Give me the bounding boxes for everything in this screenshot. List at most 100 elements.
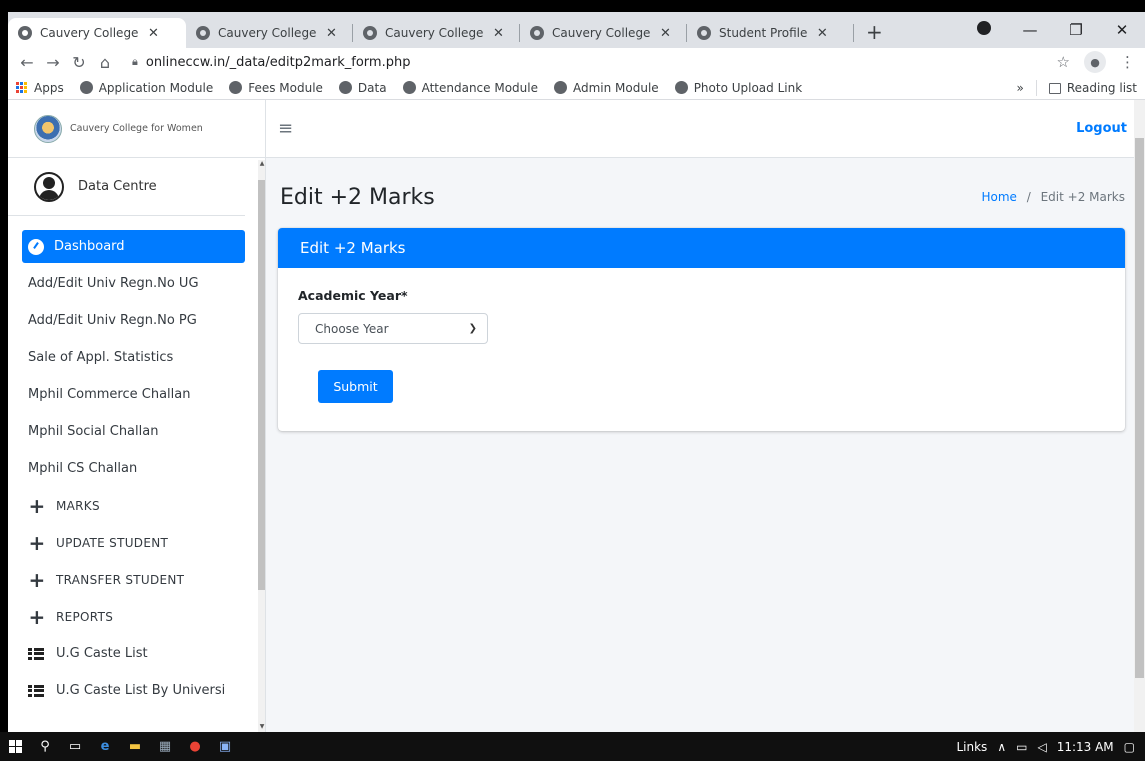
bookmark-photo-upload-link[interactable]: Photo Upload Link — [674, 81, 802, 95]
user-name: Data Centre — [78, 179, 157, 194]
clock[interactable]: 11:13 AM — [1057, 740, 1114, 754]
sidebar-scroll-thumb[interactable] — [258, 180, 265, 590]
page-scrollbar[interactable] — [1134, 100, 1145, 732]
close-icon[interactable]: ✕ — [146, 26, 160, 41]
sidebar-nav: Dashboard Add/Edit Univ Regn.No UG Add/E… — [8, 216, 265, 707]
sidebar-item-ug-caste-list-university[interactable]: U.G Caste List By Universi — [22, 674, 245, 707]
tab-title: Cauvery College — [218, 26, 317, 40]
page-scroll-thumb[interactable] — [1135, 138, 1144, 678]
globe-icon — [79, 81, 93, 94]
close-icon[interactable]: ✕ — [491, 26, 505, 41]
sidebar-item-reports[interactable]: + REPORTS — [22, 600, 245, 633]
sidebar-item-label: MARKS — [56, 498, 100, 513]
windows-logo-icon — [8, 740, 22, 753]
chrome-icon[interactable]: ● — [180, 732, 210, 761]
file-explorer-icon[interactable]: ▬ — [120, 732, 150, 761]
sidebar-item-mphil-social[interactable]: Mphil Social Challan — [22, 415, 245, 448]
close-icon[interactable]: ✕ — [815, 26, 829, 41]
bookmark-apps[interactable]: Apps — [16, 81, 64, 95]
bookmark-fees-module[interactable]: Fees Module — [229, 81, 323, 95]
breadcrumb-home-link[interactable]: Home — [981, 190, 1016, 204]
sidebar-item-mphil-commerce[interactable]: Mphil Commerce Challan — [22, 378, 245, 411]
browser-tab[interactable]: Student Profile ✕ — [687, 18, 853, 48]
top-navbar: ≡ Logout — [266, 100, 1145, 158]
globe-icon — [363, 26, 377, 40]
academic-year-select[interactable]: Choose Year ❯ — [298, 313, 488, 344]
reload-icon[interactable]: ↻ — [66, 53, 92, 72]
start-button[interactable] — [0, 732, 30, 761]
more-bookmarks-button[interactable]: » — [1017, 81, 1024, 95]
sidebar-item-univ-regn-pg[interactable]: Add/Edit Univ Regn.No PG — [22, 304, 245, 337]
globe-icon — [697, 26, 711, 40]
reading-list-button[interactable]: Reading list — [1048, 81, 1137, 95]
browser-tab[interactable]: Cauvery College ✕ — [520, 18, 686, 48]
globe-icon — [402, 81, 416, 94]
new-tab-button[interactable]: + — [854, 20, 895, 44]
plus-icon: + — [28, 530, 46, 555]
lock-icon[interactable]: 🔒︎ — [132, 55, 138, 69]
sidebar-item-update-student[interactable]: + UPDATE STUDENT — [22, 526, 245, 559]
scroll-up-icon[interactable]: ▲ — [258, 160, 265, 167]
close-icon[interactable]: ✕ — [324, 26, 338, 41]
tab-strip: Cauvery College ✕ Cauvery College ✕ Cauv… — [8, 12, 1145, 48]
menu-kebab-icon[interactable]: ⋮ — [1120, 53, 1135, 71]
submit-button[interactable]: Submit — [318, 370, 393, 403]
logout-link[interactable]: Logout — [1076, 121, 1127, 136]
divider — [1035, 80, 1037, 96]
links-toolbar[interactable]: Links — [956, 740, 987, 754]
task-view-icon[interactable]: ▭ — [60, 732, 90, 761]
volume-muted-icon[interactable]: ◁ — [1037, 740, 1046, 754]
chevron-up-icon[interactable]: ∧ — [997, 740, 1006, 754]
sidebar-item-dashboard[interactable]: Dashboard — [22, 230, 245, 263]
browser-tab[interactable]: Cauvery College ✕ — [186, 18, 352, 48]
back-icon[interactable]: ← — [14, 53, 40, 72]
sidebar-item-univ-regn-ug[interactable]: Add/Edit Univ Regn.No UG — [22, 267, 245, 300]
bookmark-star-icon[interactable]: ☆ — [1057, 53, 1070, 71]
bookmark-attendance-module[interactable]: Attendance Module — [402, 81, 538, 95]
bookmark-data[interactable]: Data — [338, 80, 387, 95]
brand-link[interactable]: Cauvery College for Women — [8, 100, 265, 158]
hamburger-menu-icon[interactable]: ≡ — [278, 118, 293, 139]
sidebar-item-label: Mphil CS Challan — [28, 461, 138, 476]
system-tray: Links ∧ ▭ ◁ 11:13 AM ▢ — [956, 732, 1135, 761]
card-body: Academic Year* Choose Year ❯ Submit — [278, 268, 1125, 431]
bookmark-label: Data — [357, 80, 387, 95]
browser-tab[interactable]: Cauvery College ✕ — [353, 18, 519, 48]
sidebar-scrollbar[interactable]: ▲ ▼ — [258, 160, 265, 732]
browser-tab[interactable]: Cauvery College ✕ — [8, 18, 186, 48]
sidebar-item-ug-caste-list[interactable]: U.G Caste List — [22, 637, 245, 670]
url-field[interactable]: onlineccw.in/_data/editp2mark_form.php — [146, 55, 1057, 70]
sidebar-item-mphil-cs[interactable]: Mphil CS Challan — [22, 452, 245, 485]
window-controls: — ❐ ✕ — [961, 12, 1145, 48]
list-icon — [28, 647, 44, 660]
sidebar-item-transfer-student[interactable]: + TRANSFER STUDENT — [22, 563, 245, 596]
sidebar-item-marks[interactable]: + MARKS — [22, 489, 245, 522]
profile-avatar-icon[interactable]: ● — [1084, 51, 1106, 73]
breadcrumb-current: Edit +2 Marks — [1040, 190, 1125, 204]
profile-indicator-icon[interactable] — [961, 21, 1007, 39]
plus-icon: + — [28, 567, 46, 592]
chevron-down-icon: ❯ — [468, 323, 477, 334]
network-icon[interactable]: ▭ — [1016, 740, 1027, 754]
bookmark-application-module[interactable]: Application Module — [79, 81, 213, 95]
app-icon[interactable]: ▣ — [210, 732, 240, 761]
home-icon[interactable]: ⌂ — [92, 53, 118, 72]
minimize-icon[interactable]: — — [1007, 21, 1053, 39]
search-icon[interactable]: ⚲ — [30, 732, 60, 761]
forward-icon[interactable]: → — [40, 53, 66, 72]
notifications-icon[interactable]: ▢ — [1124, 740, 1135, 754]
scroll-down-icon[interactable]: ▼ — [258, 723, 265, 730]
college-logo — [34, 114, 62, 143]
sidebar-item-sale-statistics[interactable]: Sale of Appl. Statistics — [22, 341, 245, 374]
user-panel[interactable]: Data Centre — [8, 158, 245, 216]
restore-icon[interactable]: ❐ — [1053, 21, 1099, 39]
sidebar-item-label: Mphil Commerce Challan — [28, 387, 191, 402]
bookmark-admin-module[interactable]: Admin Module — [553, 81, 659, 95]
calculator-icon[interactable]: ▦ — [150, 732, 180, 761]
sidebar-item-label: Add/Edit Univ Regn.No PG — [28, 313, 197, 328]
edge-icon[interactable]: e — [90, 732, 120, 761]
academic-year-label: Academic Year* — [298, 288, 408, 303]
bookmark-label: Fees Module — [248, 80, 323, 95]
window-close-icon[interactable]: ✕ — [1099, 21, 1145, 39]
close-icon[interactable]: ✕ — [658, 26, 672, 41]
